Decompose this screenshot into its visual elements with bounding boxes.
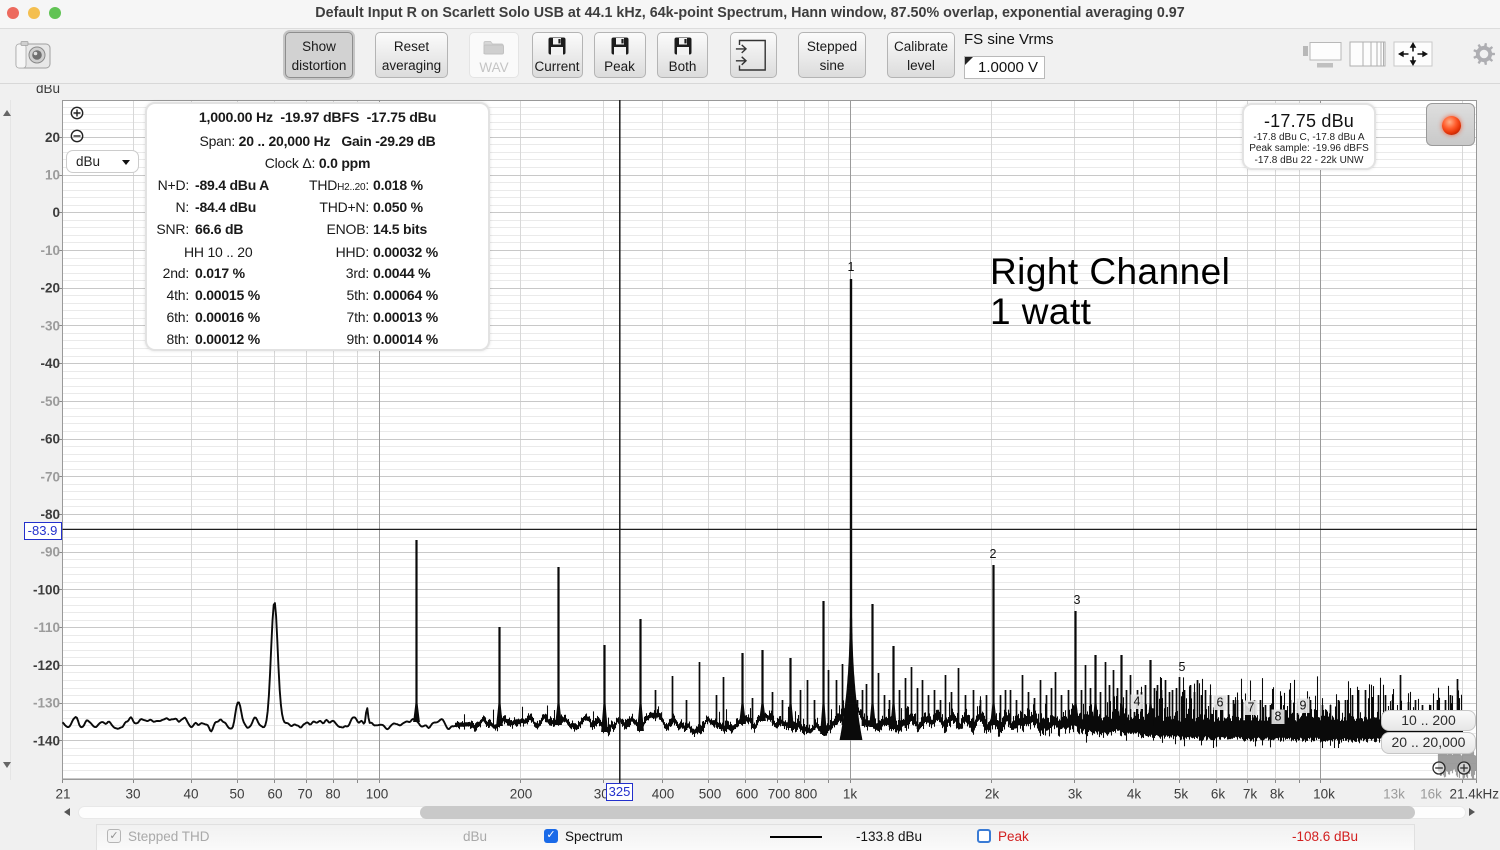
svg-text:6k: 6k	[1211, 787, 1226, 802]
svg-text:30: 30	[125, 787, 140, 802]
svg-text:-20: -20	[40, 281, 60, 296]
svg-text:-80: -80	[40, 507, 60, 522]
svg-text:-100: -100	[33, 582, 60, 597]
svg-text:4k: 4k	[1127, 787, 1142, 802]
svg-text:700: 700	[768, 787, 791, 802]
svg-text:80: 80	[325, 787, 340, 802]
svg-text:0: 0	[52, 205, 60, 220]
svg-text:40: 40	[183, 787, 198, 802]
svg-text:400: 400	[652, 787, 675, 802]
svg-text:100: 100	[366, 787, 389, 802]
svg-text:-110: -110	[34, 620, 60, 635]
svg-text:-130: -130	[33, 696, 60, 711]
svg-text:-10: -10	[40, 243, 60, 258]
svg-text:13k: 13k	[1383, 787, 1405, 802]
svg-text:7k: 7k	[1243, 787, 1258, 802]
svg-text:-50: -50	[40, 394, 60, 409]
svg-text:60: 60	[267, 787, 282, 802]
svg-text:8: 8	[1275, 710, 1282, 724]
svg-text:20: 20	[45, 130, 60, 145]
svg-text:dBu: dBu	[36, 85, 60, 96]
svg-text:50: 50	[229, 787, 244, 802]
svg-text:2k: 2k	[985, 787, 1000, 802]
svg-text:10: 10	[45, 168, 60, 183]
svg-text:70: 70	[297, 787, 312, 802]
svg-text:9: 9	[1300, 699, 1307, 713]
svg-text:10k: 10k	[1313, 787, 1335, 802]
svg-text:-30: -30	[40, 318, 60, 333]
svg-text:-90: -90	[40, 545, 60, 560]
svg-text:800: 800	[795, 787, 818, 802]
svg-text:4: 4	[1134, 695, 1141, 709]
svg-text:3: 3	[1074, 593, 1081, 607]
svg-text:1: 1	[848, 260, 855, 274]
svg-text:8k: 8k	[1270, 787, 1285, 802]
svg-text:21.4kHz: 21.4kHz	[1449, 787, 1499, 802]
svg-text:500: 500	[699, 787, 722, 802]
svg-text:1k: 1k	[843, 787, 858, 802]
svg-text:-140: -140	[33, 733, 60, 748]
svg-text:16k: 16k	[1420, 787, 1442, 802]
svg-text:5: 5	[1179, 660, 1186, 674]
svg-text:600: 600	[736, 787, 759, 802]
svg-text:7: 7	[1248, 701, 1255, 715]
svg-text:21: 21	[55, 787, 70, 802]
svg-text:6: 6	[1217, 696, 1224, 710]
svg-text:2: 2	[990, 547, 997, 561]
svg-text:3k: 3k	[1068, 787, 1083, 802]
svg-text:-120: -120	[33, 658, 60, 673]
svg-text:-60: -60	[40, 432, 60, 447]
svg-text:-70: -70	[40, 469, 60, 484]
svg-text:200: 200	[510, 787, 533, 802]
svg-text:5k: 5k	[1174, 787, 1189, 802]
svg-text:-40: -40	[40, 356, 60, 371]
